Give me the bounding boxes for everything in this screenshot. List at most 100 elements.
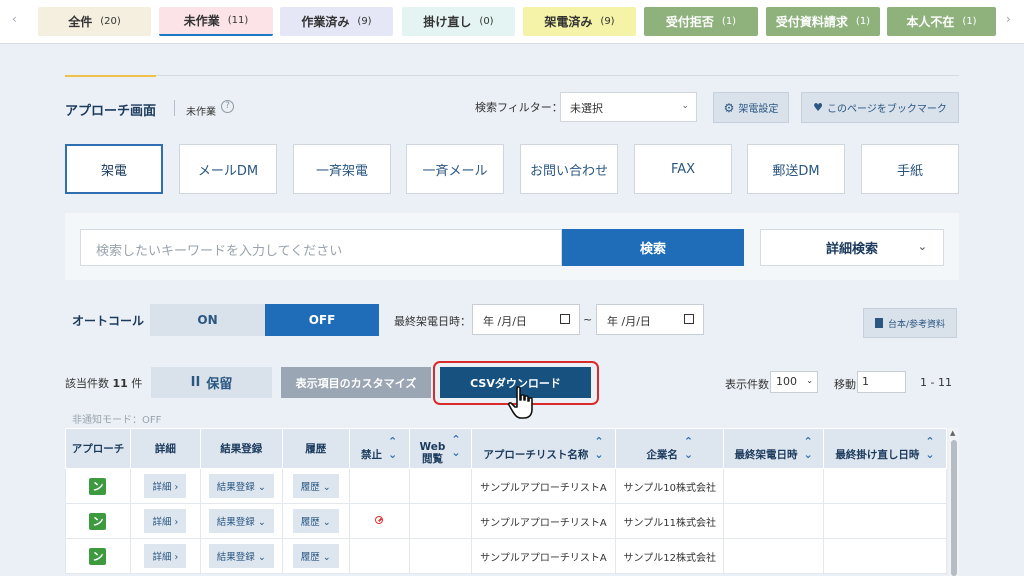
chevron-down-icon: ⌄ [257, 517, 266, 528]
help-icon[interactable]: ? [221, 100, 234, 113]
date-to-input[interactable]: 年 /月/日 [596, 304, 704, 335]
status-tab-count: (20) [100, 16, 121, 27]
sort-icon[interactable]: ⌃ ⌄ [388, 435, 397, 461]
channel-tab-0[interactable]: 架電 [65, 144, 163, 194]
column-header-banned[interactable]: 禁止 ⌃ ⌄ [348, 428, 410, 469]
result-count-prefix: 該当件数 [65, 377, 109, 390]
status-tab-3[interactable]: 掛け直し (0) [402, 7, 515, 36]
banned-cell [348, 538, 410, 574]
script-reference-label: 台本/参考資料 [887, 319, 946, 330]
calendar-icon[interactable] [560, 314, 570, 324]
sort-icon[interactable]: ⌃ ⌄ [804, 435, 813, 461]
autocall-off-toggle[interactable]: OFF [265, 304, 379, 336]
history-cell: 履歴 ⌄ [281, 503, 350, 539]
page-jump-input[interactable]: 1 [857, 371, 906, 393]
hold-button[interactable]: II 保留 [151, 367, 272, 398]
detail-button[interactable]: 詳細 › [144, 474, 187, 498]
search-button[interactable]: 検索 [562, 229, 744, 266]
result-range: 1 - 11 [920, 376, 952, 389]
web-view-cell [408, 503, 472, 539]
per-page-select[interactable]: 100 ⌄ [770, 371, 818, 393]
column-header-approach: アプローチ [65, 428, 131, 469]
autocall-on-toggle[interactable]: ON [150, 304, 265, 336]
status-tab-2[interactable]: 作業済み (9) [280, 7, 393, 36]
status-tab-0[interactable]: 全件 (20) [38, 7, 151, 36]
status-tab-7[interactable]: 本人不在 (1) [887, 7, 996, 36]
approach-cell: ン [65, 503, 131, 539]
channel-tab-7[interactable]: 手紙 [861, 144, 959, 194]
column-header-company[interactable]: 企業名 ⌃ ⌄ [615, 428, 725, 469]
calendar-icon[interactable] [684, 314, 694, 324]
bookmark-button[interactable]: ♥ このページをブックマーク [801, 92, 959, 123]
last-call-date-label: 最終架電日時： [394, 315, 471, 328]
column-header-history: 履歴 [281, 428, 350, 469]
history-button[interactable]: 履歴 ⌄ [292, 474, 339, 498]
customize-columns-button[interactable]: 表示項目のカスタマイズ [281, 367, 431, 398]
search-filter-select[interactable]: 未選択 ⌄ [560, 92, 697, 122]
status-tab-count: (1) [855, 16, 871, 27]
status-tab-label: 作業済み [301, 15, 350, 29]
heart-icon: ♥ [813, 101, 824, 114]
table-scrollbar[interactable]: ▲ [949, 428, 959, 576]
tabs-next-icon[interactable]: › [1006, 12, 1011, 26]
pause-icon: II [190, 375, 201, 390]
script-reference-button[interactable]: 台本/参考資料 [863, 308, 957, 338]
result-count-value: 11 [112, 377, 128, 390]
status-tab-5[interactable]: 受付拒否 (1) [644, 7, 758, 36]
result-register-button[interactable]: 結果登録 ⌄ [208, 509, 274, 533]
chevron-down-icon: ⌄ [806, 376, 813, 385]
web-view-cell [408, 468, 472, 504]
channel-tab-1[interactable]: メールDM [179, 144, 277, 194]
date-from-input[interactable]: 年 /月/日 [472, 304, 580, 335]
status-tab-1[interactable]: 未作業 (11) [159, 7, 273, 36]
history-button[interactable]: 履歴 ⌄ [292, 544, 339, 568]
channel-tab-6[interactable]: 郵送DM [747, 144, 845, 194]
tabs-prev-icon[interactable]: ‹ [12, 12, 17, 26]
web-view-label-line1: Web [419, 440, 446, 453]
status-tab-count: (0) [479, 16, 494, 27]
status-tab-count: (11) [227, 15, 249, 26]
scroll-up-icon[interactable]: ▲ [950, 429, 955, 437]
search-filter-label: 検索フィルター： [475, 101, 563, 114]
call-icon[interactable]: ン [89, 477, 107, 495]
status-tab-label: 架電済み [544, 15, 593, 29]
channel-tab-3[interactable]: 一斉メール [406, 144, 504, 194]
detail-label: 詳細 [152, 552, 172, 563]
advanced-search-button[interactable]: 詳細検索 ⌄ [760, 229, 944, 266]
column-header-last-recall[interactable]: 最終掛け直し日時 ⌃ ⌄ [823, 428, 947, 469]
result-register-button[interactable]: 結果登録 ⌄ [208, 544, 274, 568]
history-label: 履歴 [300, 482, 320, 493]
column-header-result: 結果登録 [199, 428, 283, 469]
column-header-list-name[interactable]: アプローチリスト名称 ⌃ ⌄ [470, 428, 617, 469]
history-button[interactable]: 履歴 ⌄ [292, 509, 339, 533]
company-header-label: 企業名 [646, 449, 678, 461]
page-jump-label: 移動 [834, 378, 856, 391]
call-icon[interactable]: ン [89, 547, 107, 565]
title-accent-line [65, 75, 156, 77]
status-tab-4[interactable]: 架電済み (9) [523, 7, 636, 36]
sort-icon[interactable]: ⌃ ⌄ [684, 435, 693, 461]
scrollbar-thumb[interactable] [951, 440, 957, 576]
column-header-web-view[interactable]: Web 閲覧 ⌃ ⌄ [408, 428, 472, 469]
status-tab-6[interactable]: 受付資料請求 (1) [766, 7, 880, 36]
sort-icon[interactable]: ⌃ ⌄ [594, 435, 603, 461]
call-icon[interactable]: ン [89, 512, 107, 530]
banned-cell [348, 503, 410, 539]
result-register-button[interactable]: 結果登録 ⌄ [208, 474, 274, 498]
web-view-cell [408, 538, 472, 574]
status-tab-label: 全件 [68, 15, 93, 29]
column-header-last-call[interactable]: 最終架電日時 ⌃ ⌄ [723, 428, 825, 469]
channel-tab-2[interactable]: 一斉架電 [293, 144, 391, 194]
detail-button[interactable]: 詳細 › [144, 509, 187, 533]
sort-icon[interactable]: ⌃ ⌄ [451, 433, 460, 459]
call-settings-button[interactable]: ⚙ 架電設定 [713, 92, 789, 123]
per-page-value: 100 [776, 375, 797, 388]
date-to-value: 年 /月/日 [607, 315, 651, 328]
channel-tab-4[interactable]: お問い合わせ [520, 144, 618, 194]
channel-tab-5[interactable]: FAX [634, 144, 732, 194]
keyword-search-input[interactable]: 検索したいキーワードを入力してください [80, 229, 562, 266]
history-label: 履歴 [300, 517, 320, 528]
sort-icon[interactable]: ⌃ ⌄ [925, 435, 934, 461]
detail-button[interactable]: 詳細 › [144, 544, 187, 568]
chevron-down-icon: ⌄ [322, 552, 331, 563]
